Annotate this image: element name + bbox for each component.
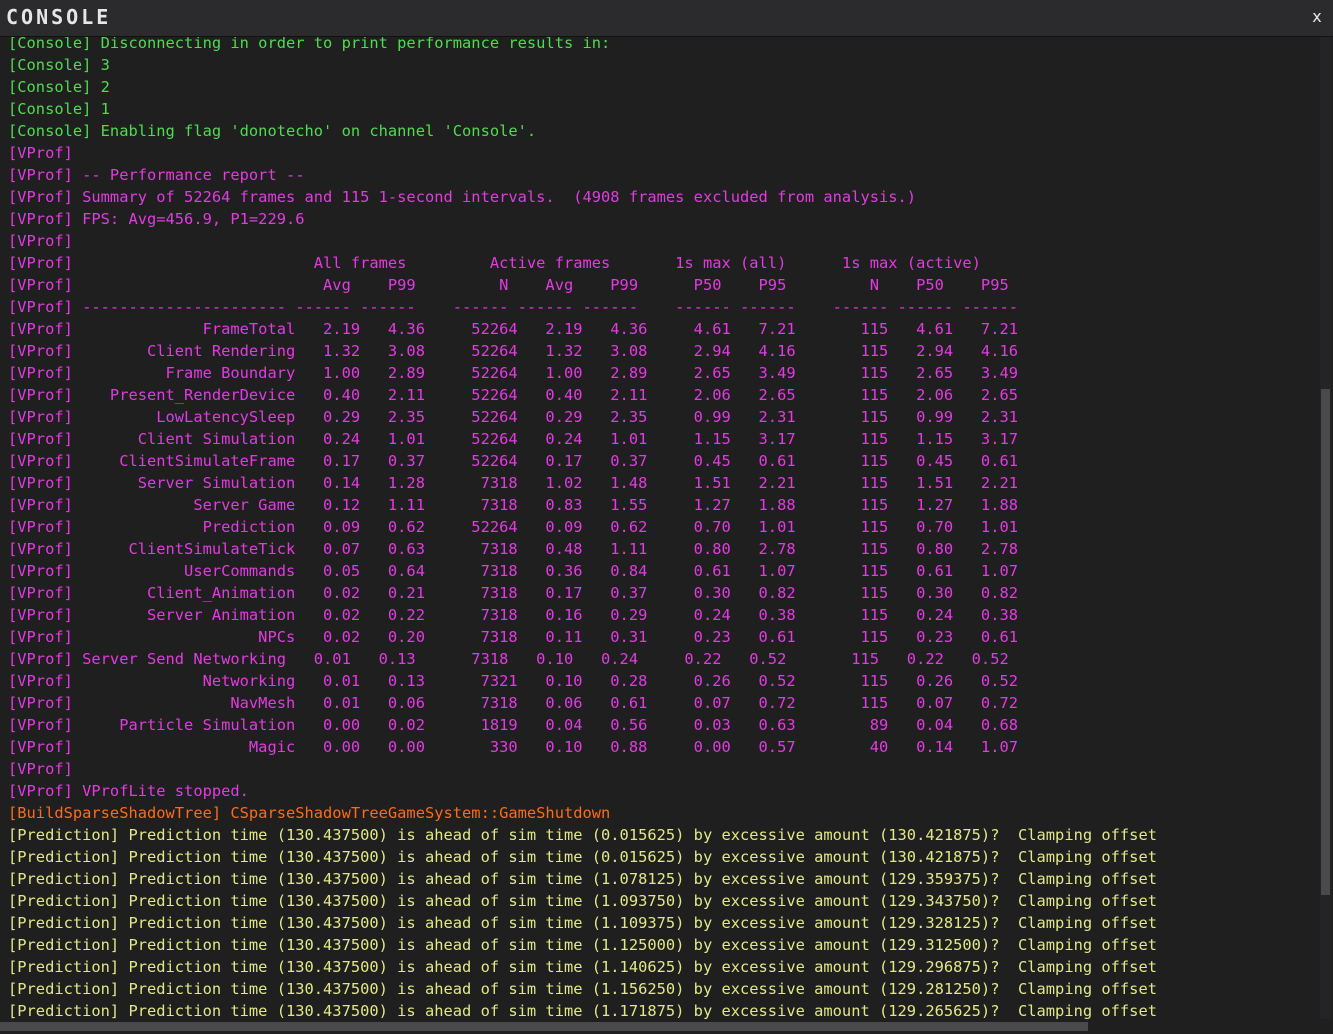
log-line: [VProf] NPCs 0.02 0.20 7318 0.11 0.31 0.… [8, 628, 1018, 646]
log-line: [VProf] FPS: Avg=456.9, P1=229.6 [8, 210, 305, 228]
log-line: [VProf] NavMesh 0.01 0.06 7318 0.06 0.61… [8, 694, 1018, 712]
log-line: [VProf] [8, 760, 73, 778]
close-button[interactable]: x [1309, 7, 1325, 26]
log-line: [Console] 2 [8, 78, 110, 96]
log-line: [Console] 1 [8, 100, 110, 118]
vertical-scrollbar[interactable] [1320, 37, 1331, 1019]
log-line: [VProf] Networking 0.01 0.13 7321 0.10 0… [8, 672, 1018, 690]
log-line: [VProf] Frame Boundary 1.00 2.89 52264 1… [8, 364, 1018, 382]
log-line: [BuildSparseShadowTree] CSparseShadowTre… [8, 804, 611, 822]
log-line: [VProf] -- Performance report -- [8, 166, 305, 184]
log-line: [VProf] All frames Active frames 1s max … [8, 254, 981, 272]
log-line: [VProf] LowLatencySleep 0.29 2.35 52264 … [8, 408, 1018, 426]
log-line: [VProf] ClientSimulateTick 0.07 0.63 731… [8, 540, 1018, 558]
log-line: [Prediction] Prediction time (130.437500… [8, 848, 1157, 866]
log-line: [Console] Enabling flag 'donotecho' on c… [8, 122, 537, 140]
console-window: CONSOLE x [Console] Disconnecting in ord… [0, 0, 1333, 1034]
horizontal-scrollbar[interactable] [0, 1019, 1333, 1034]
log-line: [VProf] Server Simulation 0.14 1.28 7318… [8, 474, 1018, 492]
log-line: [VProf] Server Animation 0.02 0.22 7318 … [8, 606, 1018, 624]
log-line: [VProf] Client_Animation 0.02 0.21 7318 … [8, 584, 1018, 602]
log-line: [Prediction] Prediction time (130.437500… [8, 826, 1157, 844]
log-line: [VProf] UserCommands 0.05 0.64 7318 0.36… [8, 562, 1018, 580]
log-line: [Prediction] Prediction time (130.437500… [8, 892, 1157, 910]
log-line: [VProf] Client Rendering 1.32 3.08 52264… [8, 342, 1018, 360]
log-line: [Console] 3 [8, 56, 110, 74]
log-line: [VProf] Summary of 52264 frames and 115 … [8, 188, 917, 206]
log-line: [VProf] [8, 144, 73, 162]
log-line: [VProf] ClientSimulateFrame 0.17 0.37 52… [8, 452, 1018, 470]
log-line: [VProf] Prediction 0.09 0.62 52264 0.09 … [8, 518, 1018, 536]
vertical-scroll-thumb[interactable] [1321, 389, 1330, 895]
log-line: [VProf] VProfLite stopped. [8, 782, 249, 800]
log-line: [VProf] FrameTotal 2.19 4.36 52264 2.19 … [8, 320, 1018, 338]
horizontal-scroll-thumb[interactable] [0, 1022, 1088, 1031]
log-line: [Prediction] Prediction time (130.437500… [8, 936, 1157, 954]
log-line: [VProf] Client Simulation 0.24 1.01 5226… [8, 430, 1018, 448]
log-line: [VProf] Server Game 0.12 1.11 7318 0.83 … [8, 496, 1018, 514]
log-line: [VProf] Server Send Networking 0.01 0.13… [8, 650, 1009, 668]
log-line: [VProf] Present_RenderDevice 0.40 2.11 5… [8, 386, 1018, 404]
log-line: [Prediction] Prediction time (130.437500… [8, 980, 1157, 998]
log-line: [VProf] ---------------------- ------ --… [8, 298, 1018, 316]
log-line: [Prediction] Prediction time (130.437500… [8, 1002, 1157, 1019]
console-log-lines: [Console] Disconnecting in order to prin… [8, 37, 1157, 1019]
log-line: [VProf] [8, 232, 73, 250]
log-line: [Prediction] Prediction time (130.437500… [8, 914, 1157, 932]
log-line: [Prediction] Prediction time (130.437500… [8, 870, 1157, 888]
log-line: [VProf] Magic 0.00 0.00 330 0.10 0.88 0.… [8, 738, 1018, 756]
title-bar[interactable]: CONSOLE x [0, 0, 1333, 37]
log-line: [VProf] Avg P99 N Avg P99 P50 P95 N P50 … [8, 276, 1009, 294]
log-line: [Prediction] Prediction time (130.437500… [8, 958, 1157, 976]
console-log[interactable]: [Console] Disconnecting in order to prin… [0, 37, 1318, 1019]
window-title: CONSOLE [6, 5, 112, 29]
log-line: [VProf] Particle Simulation 0.00 0.02 18… [8, 716, 1018, 734]
log-line: [Console] Disconnecting in order to prin… [8, 37, 611, 52]
